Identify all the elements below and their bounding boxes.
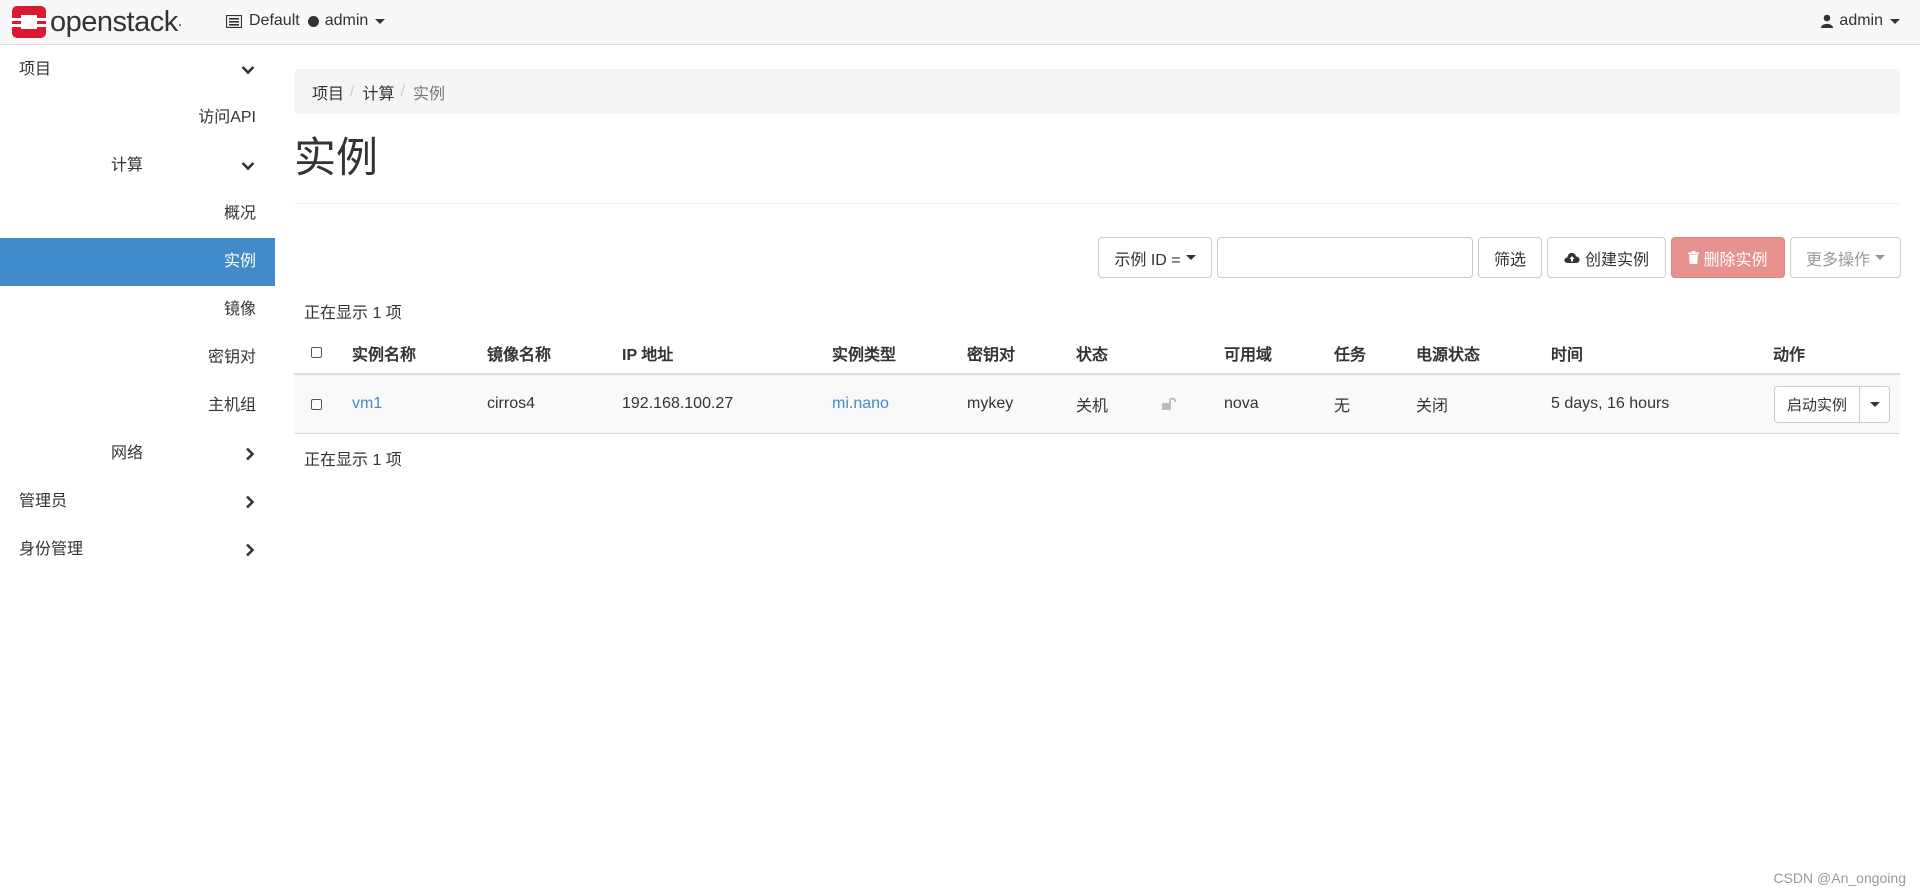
caret-down-icon (1890, 18, 1900, 24)
user-name: admin (1839, 12, 1883, 29)
caret-down-icon (1875, 255, 1885, 260)
chevron-right-icon (245, 430, 255, 478)
chevron-down-icon (241, 142, 255, 190)
col-header-status[interactable]: 状态 (1076, 332, 1108, 373)
filter-button[interactable]: 筛选 (1478, 237, 1542, 278)
filter-field-label: 示例 ID = (1114, 251, 1181, 269)
sidebar-item-label: 镜像 (223, 301, 256, 318)
sidebar-item-instances[interactable]: 实例 (0, 238, 275, 286)
sidebar-item-key-pairs[interactable]: 密钥对 (0, 334, 275, 382)
title-divider (294, 203, 1900, 204)
instance-image: cirros4 (487, 395, 536, 412)
user-menu[interactable]: admin (1821, 12, 1900, 30)
project-context-dropdown[interactable]: Default admin (226, 12, 386, 30)
col-header-az[interactable]: 可用域 (1224, 332, 1272, 373)
page-title: 实例 (294, 134, 379, 181)
col-header-flavor[interactable]: 实例类型 (832, 332, 896, 373)
instance-power-state: 关闭 (1416, 398, 1449, 415)
openstack-logo-icon (12, 6, 46, 38)
breadcrumb: 项目 / 计算 / 实例 (294, 69, 1900, 114)
col-header-actions: 动作 (1773, 346, 1806, 364)
sidebar-item-label: 访问API (198, 109, 256, 126)
sidebar-item-images[interactable]: 镜像 (0, 286, 275, 334)
breadcrumb-item-instances: 实例 (412, 85, 445, 103)
sidebar-item-label: 主机组 (207, 397, 256, 414)
project-list-icon (226, 14, 242, 28)
col-header-ip[interactable]: IP 地址 (622, 332, 673, 373)
item-count-top: 正在显示 1 项 (304, 305, 402, 322)
col-header-task[interactable]: 任务 (1334, 332, 1366, 373)
more-actions-button[interactable]: 更多操作 (1790, 237, 1901, 278)
row-select-checkbox[interactable] (311, 375, 322, 433)
breadcrumb-separator: / (400, 82, 405, 100)
delete-instances-label: 删除实例 (1703, 251, 1768, 269)
filter-button-label: 筛选 (1493, 251, 1526, 269)
sidebar-item-compute[interactable]: 计算 (0, 142, 275, 190)
user-icon (1821, 14, 1834, 28)
create-instance-label: 创建实例 (1584, 251, 1649, 269)
domain-name: Default (249, 12, 300, 29)
instance-keypair: mykey (967, 395, 1014, 412)
project-name: admin (324, 12, 369, 29)
row-action-group: 启动实例 (1774, 386, 1891, 423)
sidebar-item-overview[interactable]: 概况 (0, 190, 275, 238)
instance-age: 5 days, 16 hours (1551, 395, 1670, 412)
caret-down-icon (1869, 402, 1880, 407)
col-header-image[interactable]: 镜像名称 (487, 332, 551, 373)
breadcrumb-item-project[interactable]: 项目 (312, 80, 344, 104)
sidebar-item-server-groups[interactable]: 主机组 (0, 382, 275, 430)
item-count-bottom: 正在显示 1 项 (304, 452, 402, 469)
cloud-upload-icon (1564, 252, 1580, 264)
sidebar-item-label: 身份管理 (19, 541, 84, 558)
unlock-icon (1161, 375, 1177, 433)
watermark: CSDN @An_ongoing (1773, 870, 1906, 886)
sidebar-item-label: 网络 (111, 445, 144, 462)
separator-dot-icon (307, 15, 319, 27)
filter-field-dropdown[interactable]: 示例 ID = (1098, 237, 1212, 278)
caret-down-icon (375, 18, 386, 24)
sidebar-item-label: 管理员 (19, 493, 68, 510)
col-header-age[interactable]: 时间 (1551, 332, 1583, 373)
trash-icon (1688, 251, 1700, 264)
breadcrumb-separator: / (350, 82, 355, 100)
instance-status: 关机 (1076, 398, 1109, 415)
sidebar-item-label: 项目 (19, 61, 52, 78)
table-row: vm1 cirros4 192.168.100.27 mi.nano mykey… (294, 375, 1900, 434)
col-header-power[interactable]: 电源状态 (1416, 332, 1480, 373)
start-instance-button[interactable]: 启动实例 (1774, 386, 1861, 423)
sidebar-item-label: 概况 (223, 205, 256, 222)
chevron-right-icon (245, 478, 255, 526)
instance-ip: 192.168.100.27 (622, 395, 734, 412)
caret-down-icon (1185, 255, 1196, 260)
sidebar-item-label: 实例 (223, 253, 256, 270)
top-navbar: openstack. Default admin admin (0, 0, 1920, 45)
sidebar-item-label: 密钥对 (207, 349, 256, 366)
col-header-keypair[interactable]: 密钥对 (967, 332, 1015, 373)
row-actions-dropdown-toggle[interactable] (1860, 386, 1891, 423)
breadcrumb-item-compute[interactable]: 计算 (362, 80, 394, 104)
col-header-name[interactable]: 实例名称 (352, 332, 416, 373)
filter-input[interactable] (1217, 237, 1473, 278)
instance-task: 无 (1334, 398, 1351, 415)
select-all-checkbox[interactable] (311, 332, 322, 373)
instance-flavor-link[interactable]: mi.nano (832, 375, 889, 433)
chevron-right-icon (245, 526, 255, 574)
brand-name: openstack (50, 6, 178, 38)
more-actions-label: 更多操作 (1805, 251, 1870, 269)
table-header: 实例名称 镜像名称 IP 地址 实例类型 密钥对 状态 可用域 任务 电源状态 … (294, 332, 1900, 375)
sidebar: 项目 访问API 计算 概况 实例 镜像 密钥对 主机组 网络 管理员 身份管理 (0, 46, 275, 574)
sidebar-item-access-api[interactable]: 访问API (0, 94, 275, 142)
create-instance-button[interactable]: 创建实例 (1547, 237, 1666, 278)
sidebar-item-label: 计算 (111, 157, 144, 174)
sidebar-item-project[interactable]: 项目 (0, 46, 275, 94)
instance-name-link[interactable]: vm1 (352, 375, 382, 433)
delete-instances-button[interactable]: 删除实例 (1671, 237, 1785, 278)
brand-logo[interactable]: openstack. (12, 6, 182, 38)
brand-trademark: . (177, 13, 182, 30)
sidebar-item-identity[interactable]: 身份管理 (0, 526, 275, 574)
sidebar-item-network[interactable]: 网络 (0, 430, 275, 478)
instance-az: nova (1224, 395, 1259, 412)
sidebar-item-admin[interactable]: 管理员 (0, 478, 275, 526)
chevron-down-icon (241, 46, 255, 94)
